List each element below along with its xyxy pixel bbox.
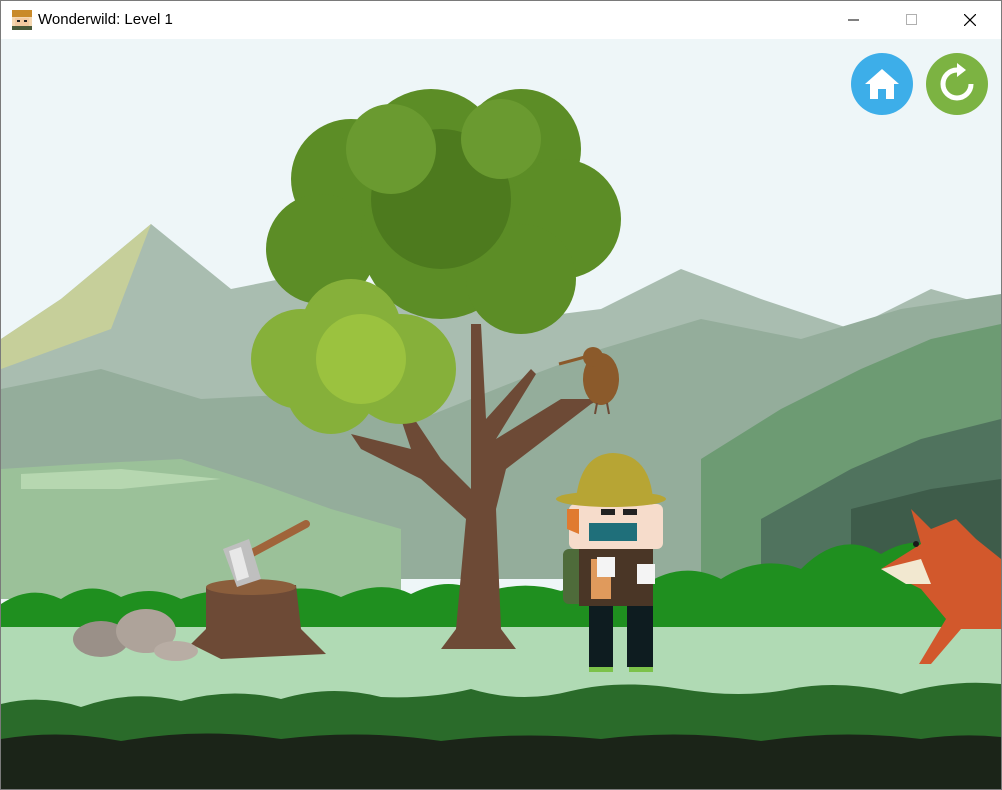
- restart-button[interactable]: [926, 53, 988, 115]
- game-window: Wonderwild: Level 1: [0, 0, 1002, 790]
- maximize-icon: [906, 14, 917, 25]
- close-icon: [964, 14, 976, 26]
- home-button[interactable]: [851, 53, 913, 115]
- close-button[interactable]: [947, 1, 993, 39]
- minimize-icon: [848, 19, 859, 21]
- title-bar: Wonderwild: Level 1: [1, 1, 1001, 39]
- foreground-dark: [1, 733, 1001, 789]
- minimize-button[interactable]: [831, 1, 877, 39]
- window-title: Wonderwild: Level 1: [38, 11, 173, 28]
- character-face-icon: [12, 10, 32, 30]
- scene-canvas: [1, 39, 1001, 789]
- maximize-button[interactable]: [889, 1, 935, 39]
- game-scene[interactable]: [1, 39, 1001, 789]
- restart-icon: [940, 63, 974, 101]
- home-icon: [865, 69, 899, 99]
